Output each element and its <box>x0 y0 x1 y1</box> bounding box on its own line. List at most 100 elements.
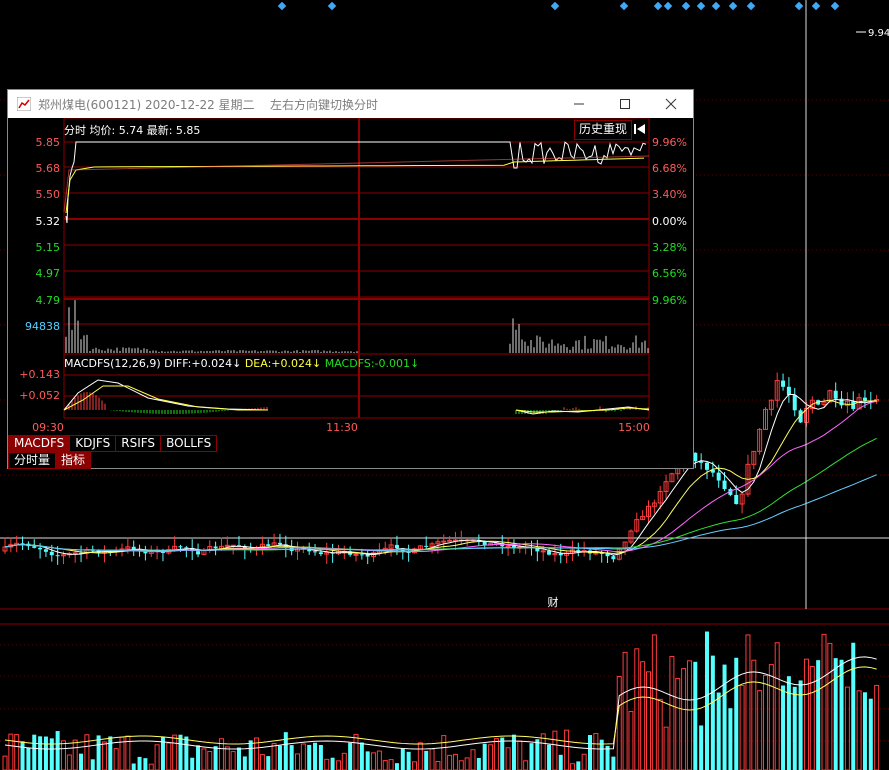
candle-body[interactable] <box>722 480 727 490</box>
tab-macdfs[interactable]: MACDFS <box>8 435 71 452</box>
volume-bar <box>611 756 616 770</box>
volume-bar <box>330 757 335 770</box>
volume-bar <box>348 742 353 770</box>
candle-body[interactable] <box>43 549 48 552</box>
candle-body[interactable] <box>593 552 599 555</box>
candle-body[interactable] <box>705 462 709 470</box>
candle-body[interactable] <box>72 552 78 555</box>
replay-arrow-button[interactable] <box>633 122 647 136</box>
intraday-popup-window[interactable]: 郑州煤电(600121) 2020-12-22 星期二 左右方向键切换分时 分时… <box>7 89 694 469</box>
volume-bar <box>113 748 119 770</box>
candle-body[interactable] <box>851 401 856 409</box>
macd-header-part: +0.024↓ <box>191 357 241 370</box>
macd-header-part: -0.001↓ <box>375 357 420 370</box>
event-marker-icon[interactable] <box>811 1 821 11</box>
volume-bar <box>406 751 411 770</box>
event-marker-icon[interactable] <box>794 1 804 11</box>
maximize-button[interactable] <box>605 92 645 116</box>
volume-bar <box>172 734 178 770</box>
candle-body[interactable] <box>266 544 271 546</box>
event-marker-icon[interactable] <box>830 1 840 11</box>
candle-body[interactable] <box>313 551 318 553</box>
candle-body[interactable] <box>359 554 364 556</box>
volume-bar <box>500 737 505 770</box>
close-button[interactable] <box>651 92 691 116</box>
volume-bar <box>441 735 447 770</box>
volume-bar <box>616 676 622 770</box>
candle-body[interactable] <box>611 556 616 560</box>
event-marker-icon[interactable] <box>681 1 691 11</box>
candle-body[interactable] <box>55 555 60 557</box>
candle-body[interactable] <box>353 553 359 556</box>
event-marker-icon[interactable] <box>619 1 629 11</box>
volume-bar <box>230 751 236 770</box>
candle-body[interactable] <box>49 551 54 556</box>
event-marker-icon[interactable] <box>746 1 756 11</box>
candle-body[interactable] <box>447 539 453 542</box>
candle-body[interactable] <box>196 551 201 555</box>
volume-bar <box>844 686 850 770</box>
candle-body[interactable] <box>394 544 399 549</box>
candle-body[interactable] <box>781 380 786 387</box>
event-marker-icon[interactable] <box>696 1 706 11</box>
tab-rsifs[interactable]: RSIFS <box>116 435 162 452</box>
volume-bar <box>412 761 417 770</box>
tab-kdjfs[interactable]: KDJFS <box>70 435 117 452</box>
tab-indicator[interactable]: 指标 <box>56 452 92 469</box>
candle-body[interactable] <box>424 545 429 547</box>
candle-body[interactable] <box>441 540 447 543</box>
event-marker-icon[interactable] <box>327 1 337 11</box>
volume-max-label: 94838 <box>25 320 60 333</box>
minimize-button[interactable] <box>559 92 599 116</box>
volume-bar <box>49 738 54 770</box>
volume-bar <box>663 726 669 770</box>
tab-bollfs[interactable]: BOLLFS <box>161 435 218 452</box>
volume-bar <box>376 750 382 770</box>
candle-body[interactable] <box>833 390 838 399</box>
macd-header-part: +0.024↓ <box>271 357 321 370</box>
candle-body[interactable] <box>32 546 37 548</box>
event-marker-icon[interactable] <box>711 1 721 11</box>
candle-body[interactable] <box>547 550 552 555</box>
volume-bar <box>716 692 721 770</box>
volume-bar <box>154 744 160 770</box>
volume-bar <box>429 748 435 770</box>
intraday-chart[interactable]: 分时 均价: 5.74 最新: 5.855.855.685.505.325.15… <box>8 118 693 468</box>
candle-body[interactable] <box>716 472 721 481</box>
event-marker-icon[interactable] <box>663 1 673 11</box>
volume-bar <box>277 745 282 770</box>
candle-body[interactable] <box>38 547 43 550</box>
volume-bar <box>101 741 107 770</box>
volume-bar <box>79 753 84 770</box>
event-marker-icon[interactable] <box>653 1 663 11</box>
candle-body[interactable] <box>734 494 739 505</box>
candle-body[interactable] <box>576 549 581 551</box>
event-marker-icon[interactable] <box>728 1 738 11</box>
candle-body[interactable] <box>178 546 183 548</box>
history-replay-button[interactable]: 历史重现 <box>574 120 633 140</box>
volume-bar <box>816 660 821 770</box>
candle-body[interactable] <box>184 547 189 549</box>
event-marker-icon[interactable] <box>550 1 560 11</box>
candle-body[interactable] <box>277 542 282 545</box>
volume-bar <box>646 671 651 770</box>
percent-axis-label: 0.00% <box>652 215 687 228</box>
volume-bar <box>353 733 359 770</box>
candle-body[interactable] <box>786 386 791 396</box>
candle-body[interactable] <box>505 545 511 548</box>
popup-title: 郑州煤电(600121) 2020-12-22 星期二 <box>38 98 255 112</box>
volume-bar <box>365 751 370 770</box>
event-marker-icon[interactable] <box>277 1 287 11</box>
volume-bar <box>201 748 207 770</box>
volume-bar <box>833 658 838 770</box>
volume-bar <box>851 642 856 770</box>
popup-title-bar[interactable]: 郑州煤电(600121) 2020-12-22 星期二 左右方向键切换分时 <box>8 90 693 118</box>
volume-bar <box>90 759 95 770</box>
candle-body[interactable] <box>213 546 218 549</box>
candle-body[interactable] <box>792 395 797 411</box>
candle-body[interactable] <box>540 550 546 553</box>
candle-body[interactable] <box>318 552 323 555</box>
candle-body[interactable] <box>862 397 867 401</box>
minimize-icon <box>574 103 584 105</box>
tab-minute-volume[interactable]: 分时量 <box>8 452 57 469</box>
